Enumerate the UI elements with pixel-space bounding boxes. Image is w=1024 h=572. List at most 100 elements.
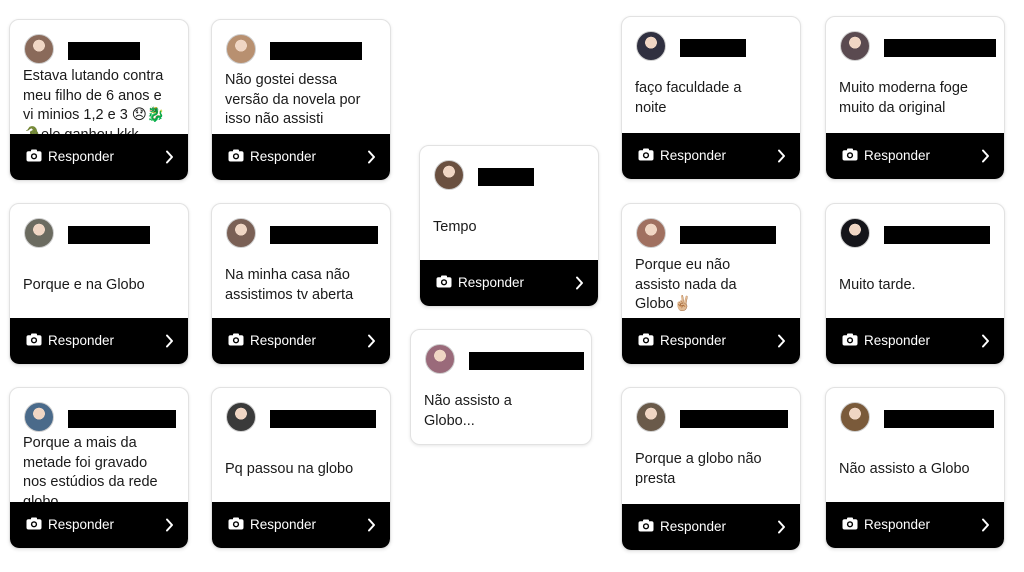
reply-card-5: Porque a mais da metade foi gravado nos …: [9, 387, 189, 549]
camera-icon: [228, 517, 244, 530]
camera-icon: [638, 148, 654, 161]
redacted-username: [68, 226, 150, 244]
reply-card-6: Pq passou na globo Responder: [211, 387, 391, 549]
reply-card-7: Tempo Responder: [419, 145, 599, 307]
responder-label: Responder: [250, 333, 317, 348]
reply-message: Na minha casa não assistimos tv aberta: [225, 267, 354, 303]
card-header: [24, 34, 174, 66]
avatar[interactable]: [434, 160, 464, 190]
chevron-right-icon: [778, 520, 785, 534]
responder-button[interactable]: Responder: [212, 318, 390, 364]
camera-icon: [228, 333, 244, 346]
reply-message: faço faculdade a noite: [635, 80, 742, 116]
camera-icon: [228, 149, 244, 162]
responder-label: Responder: [458, 275, 525, 290]
camera-icon: [26, 333, 42, 346]
avatar[interactable]: [24, 34, 54, 64]
responder-button[interactable]: Responder: [622, 318, 800, 364]
card-header: [226, 34, 376, 66]
responder-button[interactable]: Responder: [622, 133, 800, 179]
reply-card-12: Muito tarde. Responder: [825, 203, 1005, 365]
chevron-right-icon: [982, 518, 989, 532]
reply-card-4: Na minha casa não assistimos tv aberta R…: [211, 203, 391, 365]
responder-label: Responder: [660, 519, 727, 534]
redacted-username: [68, 42, 140, 60]
responder-button[interactable]: Responder: [10, 134, 188, 180]
avatar[interactable]: [24, 218, 54, 248]
chevron-right-icon: [368, 334, 375, 348]
avatar[interactable]: [425, 344, 455, 374]
chevron-right-icon: [982, 149, 989, 163]
redacted-username: [68, 410, 176, 428]
avatar[interactable]: [636, 31, 666, 61]
camera-icon: [638, 333, 654, 346]
chevron-right-icon: [982, 334, 989, 348]
avatar[interactable]: [840, 402, 870, 432]
responder-button[interactable]: Responder: [10, 502, 188, 548]
redacted-username: [884, 39, 996, 57]
card-header: [840, 402, 994, 434]
reply-message: Porque a mais da metade foi gravado nos …: [23, 435, 158, 502]
camera-icon: [842, 517, 858, 530]
camera-icon: [26, 517, 42, 530]
responder-button[interactable]: Responder: [826, 133, 1004, 179]
reply-message: Tempo: [433, 219, 477, 235]
avatar[interactable]: [840, 218, 870, 248]
avatar[interactable]: [24, 402, 54, 432]
chevron-right-icon: [576, 276, 583, 290]
responder-button[interactable]: Responder: [420, 260, 598, 306]
chevron-right-icon: [778, 334, 785, 348]
card-header: [24, 218, 174, 250]
card-header: [636, 218, 786, 250]
reply-message: Pq passou na globo: [225, 461, 354, 477]
avatar[interactable]: [226, 34, 256, 64]
responder-label: Responder: [660, 333, 727, 348]
card-header: [636, 31, 786, 63]
reply-message: Não assisto a Globo...: [424, 393, 512, 429]
redacted-username: [270, 42, 362, 60]
chevron-right-icon: [778, 149, 785, 163]
chevron-right-icon: [166, 334, 173, 348]
chevron-right-icon: [166, 518, 173, 532]
reply-card-9: faço faculdade a noite Responder: [621, 16, 801, 180]
responder-button[interactable]: Responder: [212, 134, 390, 180]
camera-icon: [638, 519, 654, 532]
camera-icon: [842, 148, 858, 161]
responder-button[interactable]: Responder: [826, 502, 1004, 548]
chevron-right-icon: [368, 150, 375, 164]
responder-button[interactable]: Responder: [212, 502, 390, 548]
camera-icon: [436, 275, 452, 288]
avatar[interactable]: [636, 218, 666, 248]
chevron-right-icon: [166, 150, 173, 164]
reply-message: Estava lutando contra meu filho de 6 ano…: [23, 68, 165, 134]
avatar[interactable]: [636, 402, 666, 432]
responder-label: Responder: [864, 148, 931, 163]
redacted-username: [884, 226, 990, 244]
reply-message: Porque a globo não presta: [635, 451, 762, 487]
card-header: [840, 31, 996, 63]
card-header: [425, 344, 584, 376]
avatar[interactable]: [226, 402, 256, 432]
avatar[interactable]: [840, 31, 870, 61]
reply-card-1: Estava lutando contra meu filho de 6 ano…: [9, 19, 189, 181]
responder-label: Responder: [250, 517, 317, 532]
reply-card-13: Porque a globo não presta Responder: [621, 387, 801, 551]
redacted-username: [680, 39, 746, 57]
card-header: [24, 402, 176, 434]
responder-label: Responder: [864, 517, 931, 532]
reply-message: Porque eu não assisto nada da Globo✌🏼: [635, 257, 737, 312]
redacted-username: [680, 410, 788, 428]
card-header: [226, 218, 378, 250]
reply-message: Muito moderna foge muito da original: [839, 80, 968, 116]
responder-label: Responder: [48, 149, 115, 164]
reply-card-8: Não assisto a Globo...: [410, 329, 592, 445]
chevron-right-icon: [368, 518, 375, 532]
responder-button[interactable]: Responder: [10, 318, 188, 364]
card-header: [434, 160, 584, 192]
redacted-username: [270, 410, 376, 428]
reply-message: Não gostei dessa versão da novela por is…: [225, 72, 361, 127]
responder-button[interactable]: Responder: [826, 318, 1004, 364]
avatar[interactable]: [226, 218, 256, 248]
responder-button[interactable]: Responder: [622, 504, 800, 550]
redacted-username: [469, 352, 584, 370]
